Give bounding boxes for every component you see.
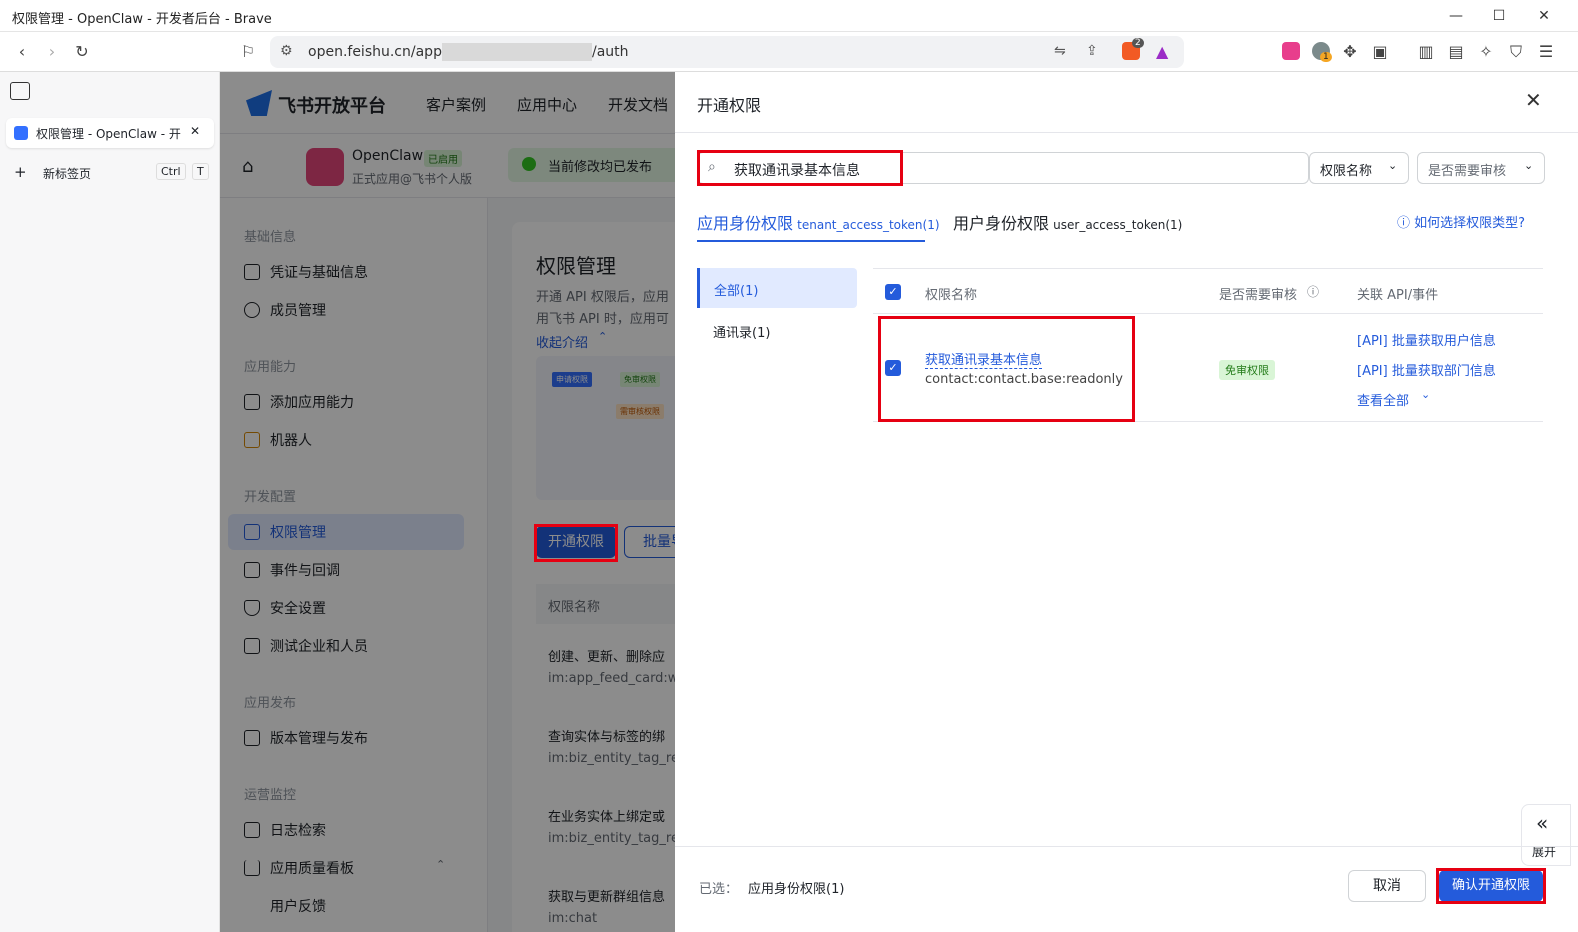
leo-ai-icon[interactable]: ✧ [1474, 40, 1498, 64]
feishu-favicon-icon [14, 126, 28, 140]
perm-table-header: ✓ 权限名称 是否需要审核 ⓘ 关联 API/事件 [873, 268, 1543, 314]
extension-badge: 1 [1320, 52, 1332, 62]
share-icon[interactable]: ⇪ [1086, 43, 1098, 59]
close-window-icon[interactable]: ✕ [1532, 4, 1556, 28]
api-link-users[interactable]: [API] 批量获取用户信息 [1357, 330, 1496, 349]
extension-translate-icon[interactable] [1282, 42, 1300, 60]
drawer-close-icon[interactable]: ✕ [1525, 88, 1542, 112]
new-tab-label: 新标签页 [43, 167, 92, 181]
filter-name-select[interactable]: 权限名称 ⌄ [1309, 152, 1409, 184]
select-all-checkbox[interactable]: ✓ [885, 284, 901, 300]
forward-icon[interactable]: › [40, 40, 64, 64]
double-chevron-left-icon: « [1536, 811, 1549, 835]
tab-user[interactable]: 用户身份权限 user_access_token(1) [953, 210, 1182, 242]
tab-label: 权限管理 - OpenClaw - 开 [36, 127, 181, 141]
highlight-search [697, 150, 903, 186]
back-icon[interactable]: ‹ [10, 40, 34, 64]
sidebar-panel-icon[interactable] [10, 82, 30, 100]
highlight-confirm [1436, 868, 1546, 904]
category-all[interactable]: 全部(1) [697, 268, 857, 308]
wallet-icon[interactable]: ▤ [1444, 40, 1468, 64]
selected-label: 已选： [699, 882, 739, 897]
chevron-down-icon: ⌄ [1388, 159, 1398, 172]
drawer-divider [675, 132, 1578, 133]
reload-icon[interactable]: ↻ [70, 40, 94, 64]
vertical-tabs-sidebar: 权限管理 - OpenClaw - 开 ✕ + 新标签页 Ctrl T [0, 72, 220, 932]
browser-toolbar: ‹ › ↻ ⚐ ⚙ open.feishu.cn/app/ /auth ⇋ ⇪ … [0, 32, 1578, 72]
extensions-puzzle-icon[interactable]: ✥ [1338, 40, 1362, 64]
sidebar-toggle-icon[interactable]: ▥ [1414, 40, 1438, 64]
translate-icon[interactable]: ⇋ [1054, 43, 1066, 59]
minimize-icon[interactable]: — [1444, 4, 1468, 28]
plus-icon: + [14, 163, 27, 181]
help-link[interactable]: ⓘ 如何选择权限类型? [1397, 212, 1525, 231]
chevron-down-icon: ⌄ [1524, 159, 1534, 172]
window-title: 权限管理 - OpenClaw - 开发者后台 - Brave [12, 12, 272, 27]
new-tab-button[interactable]: + 新标签页 Ctrl T [6, 160, 214, 186]
window-titlebar: 权限管理 - OpenClaw - 开发者后台 - Brave — ☐ ✕ [0, 0, 1578, 32]
chevron-down-icon: ⌄ [1421, 388, 1431, 401]
question-circle-icon: ⓘ [1397, 216, 1411, 231]
col-review: 是否需要审核 [1219, 288, 1298, 303]
shortcut-t: T [192, 163, 209, 180]
cancel-button[interactable]: 取消 [1348, 870, 1426, 902]
brave-badge: 2 [1132, 38, 1144, 48]
footer-divider [675, 846, 1578, 847]
modal-mask[interactable] [220, 72, 675, 932]
free-permission-badge: 免审权限 [1219, 360, 1275, 380]
reader-icon[interactable]: ▣ [1368, 40, 1392, 64]
url-prefix: open.feishu.cn/app/ [308, 44, 447, 60]
url-redaction [442, 43, 592, 61]
menu-icon[interactable]: ☰ [1534, 40, 1558, 64]
view-all-link[interactable]: 查看全部 [1357, 390, 1409, 409]
address-bar[interactable]: ⚙ open.feishu.cn/app/ /auth ⇋ ⇪ 2 ▲ [270, 36, 1184, 68]
category-contacts[interactable]: 通讯录(1) [713, 322, 770, 341]
url-suffix: /auth [592, 44, 629, 60]
selected-value: 应用身份权限(1) [748, 882, 845, 897]
bookmark-icon[interactable]: ⚐ [236, 40, 260, 64]
highlight-open-button [534, 524, 618, 562]
shortcut-ctrl: Ctrl [156, 163, 186, 180]
site-info-icon[interactable]: ⚙ [280, 43, 293, 59]
drawer-title: 开通权限 [697, 96, 762, 115]
tab-close-icon[interactable]: ✕ [190, 124, 200, 138]
tab-tenant[interactable]: 应用身份权限 tenant_access_token(1) [697, 210, 940, 242]
col-name: 权限名称 [925, 288, 978, 303]
tab-underline [697, 240, 925, 242]
brave-rewards-icon[interactable]: ▲ [1156, 42, 1168, 61]
expand-panel-button[interactable]: « 展开 [1521, 804, 1571, 866]
api-link-departments[interactable]: [API] 批量获取部门信息 [1357, 360, 1496, 379]
highlight-row [878, 316, 1135, 422]
filter-review-select[interactable]: 是否需要审核 ⌄ [1417, 152, 1545, 184]
maximize-icon[interactable]: ☐ [1487, 4, 1511, 28]
col-api: 关联 API/事件 [1357, 288, 1439, 303]
vpn-icon[interactable]: ⛉ [1504, 40, 1528, 64]
permission-drawer: 开通权限 ✕ ⌕ 获取通讯录基本信息 权限名称 ⌄ 是否需要审核 ⌄ 应用身份权… [675, 72, 1578, 932]
tab-permission[interactable]: 权限管理 - OpenClaw - 开 ✕ [6, 118, 214, 148]
question-circle-icon[interactable]: ⓘ [1307, 283, 1319, 300]
